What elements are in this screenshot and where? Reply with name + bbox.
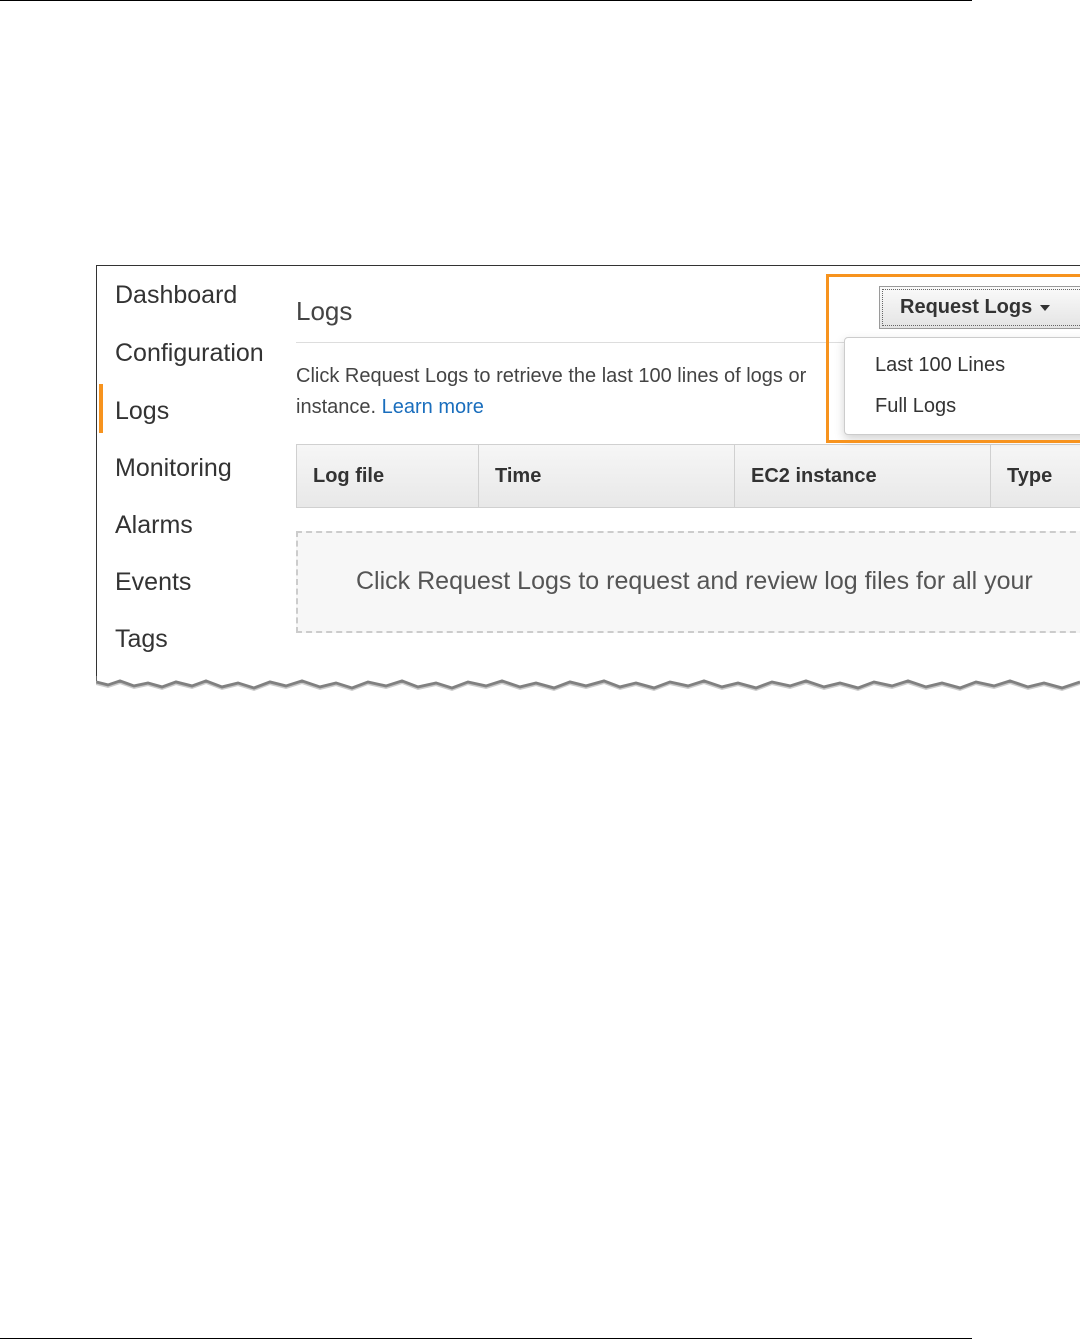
sidebar-item-tags[interactable]: Tags [115,624,168,654]
page-title: Logs [296,296,353,326]
logs-description: Click Request Logs to retrieve the last … [296,361,856,423]
sidebar-item-alarms[interactable]: Alarms [115,510,193,540]
learn-more-link[interactable]: Learn more [382,396,484,418]
column-header-type[interactable]: Type [991,445,1080,507]
empty-state: Click Request Logs to request and review… [296,531,1080,633]
column-header-ec2-instance[interactable]: EC2 instance [735,445,991,507]
sidebar-item-monitoring[interactable]: Monitoring [115,453,232,483]
callout-highlight [826,274,1080,443]
column-header-time[interactable]: Time [479,445,735,507]
sidebar-item-logs[interactable]: Logs [115,396,169,426]
active-indicator [99,384,103,433]
sidebar: Dashboard Configuration Logs Monitoring … [97,266,287,681]
column-header-log-file[interactable]: Log file [297,445,479,507]
top-rule [0,0,972,1]
sidebar-item-dashboard[interactable]: Dashboard [115,280,237,310]
logs-table-header: Log file Time EC2 instance Type [296,444,1080,508]
sidebar-item-events[interactable]: Events [115,567,191,597]
empty-state-message: Click Request Logs to request and review… [356,567,1033,595]
description-text: Click Request Logs to retrieve the last … [296,365,807,387]
sidebar-item-configuration[interactable]: Configuration [115,338,264,368]
torn-edge-shadow [96,676,1080,698]
console-screenshot: Dashboard Configuration Logs Monitoring … [96,265,1080,681]
description-text-line2: instance. [296,396,377,418]
